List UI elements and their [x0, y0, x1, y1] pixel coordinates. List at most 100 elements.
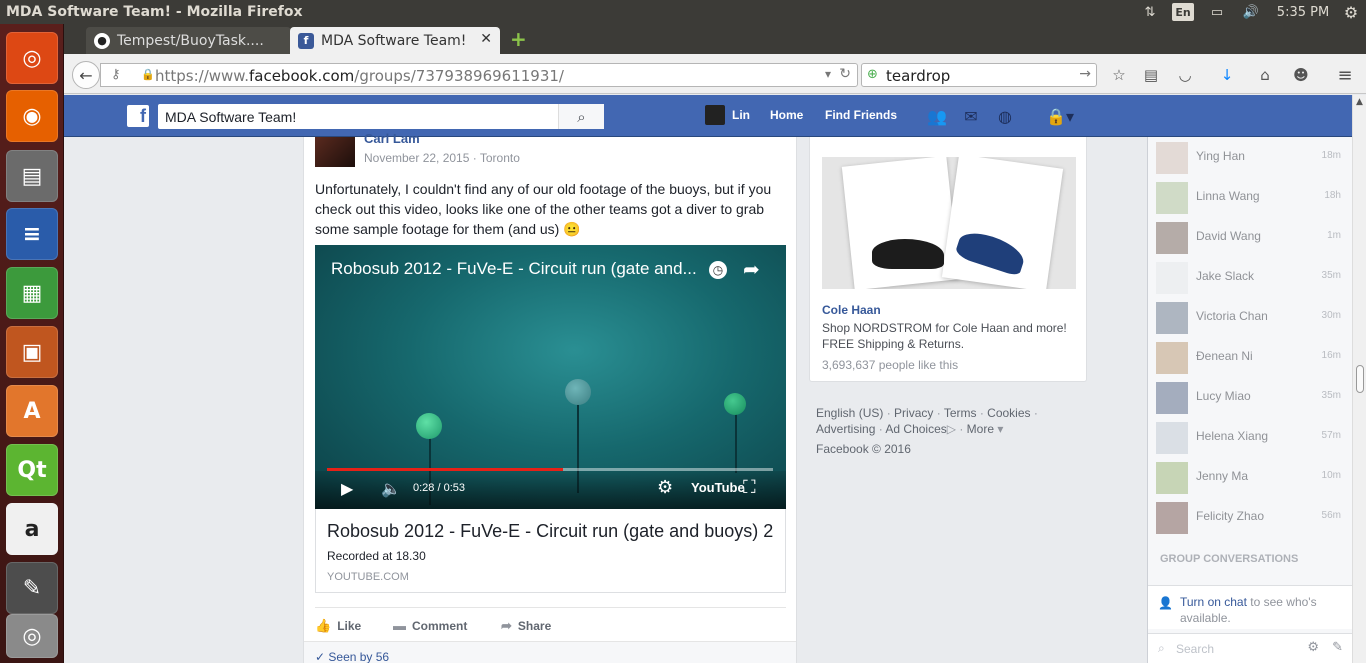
turn-on-chat-link[interactable]: Turn on chat: [1180, 595, 1247, 609]
video-player[interactable]: Robosub 2012 - FuVe-E - Circuit run (gat…: [315, 245, 786, 509]
chat-contact[interactable]: Felicity Zhao 56m: [1148, 497, 1352, 537]
messages-icon[interactable]: ✉: [960, 106, 982, 126]
fullscreen-icon[interactable]: ⛶: [743, 477, 756, 498]
chat-search[interactable]: ⌕ Search ⚙ ✎: [1148, 633, 1352, 663]
home-icon[interactable]: ⌂: [1254, 64, 1276, 86]
chat-contact[interactable]: Đenean Ni 16m: [1148, 337, 1352, 377]
system-settings-icon[interactable]: ✎: [6, 562, 58, 614]
chat-contact[interactable]: David Wang 1m: [1148, 217, 1352, 257]
share-button[interactable]: ➦ Share: [501, 618, 551, 634]
lock-icon[interactable]: 🔒: [141, 68, 155, 81]
footer-english[interactable]: English (US): [816, 406, 883, 420]
profile-avatar[interactable]: [705, 105, 725, 125]
privacy-shortcuts-icon[interactable]: 🔒▾: [1040, 106, 1080, 126]
software-center-icon[interactable]: A: [6, 385, 58, 437]
home-link[interactable]: Home: [770, 108, 803, 122]
bookmark-star-icon[interactable]: ☆: [1108, 64, 1130, 86]
tab-github[interactable]: ● Tempest/BuoyTask....: [86, 27, 291, 54]
share-video-icon[interactable]: ➦: [743, 257, 760, 281]
post-timestamp[interactable]: November 22, 2015 · Toronto: [364, 151, 520, 165]
chat-contact[interactable]: Linna Wang 18h: [1148, 177, 1352, 217]
new-message-icon[interactable]: ✎: [1332, 640, 1343, 655]
back-button[interactable]: ←: [72, 61, 100, 89]
disc-drive-icon[interactable]: ◎: [6, 614, 58, 658]
close-tab-icon[interactable]: ✕: [480, 31, 492, 47]
video-title[interactable]: Robosub 2012 - FuVe-E - Circuit run (gat…: [331, 259, 697, 279]
ad-likes: 3,693,637 people like this: [822, 358, 959, 372]
amazon-icon[interactable]: a: [6, 503, 58, 555]
footer-more[interactable]: More: [967, 422, 994, 436]
network-icon[interactable]: ⇅: [1140, 0, 1160, 24]
scrollbar-thumb[interactable]: [1356, 365, 1364, 393]
search-go-icon[interactable]: →: [1079, 66, 1091, 82]
find-friends-link[interactable]: Find Friends: [825, 108, 897, 122]
chat-contact[interactable]: Jake Slack 35m: [1148, 257, 1352, 297]
firefox-icon[interactable]: ◉: [6, 90, 58, 142]
footer-cookies[interactable]: Cookies: [987, 406, 1030, 420]
libreoffice-writer-icon[interactable]: ≡: [6, 208, 58, 260]
chat-contact[interactable]: Ying Han 18m: [1148, 137, 1352, 177]
url-bar[interactable]: ⚷ 🔒 https://www.facebook.com/groups/7379…: [100, 63, 858, 87]
url-dropdown-icon[interactable]: ▾: [825, 67, 831, 81]
facebook-search-field[interactable]: MDA Software Team! ⌕: [158, 104, 604, 129]
url-text[interactable]: https://www.facebook.com/groups/73793896…: [155, 67, 564, 85]
post-author[interactable]: Carl Lam: [364, 131, 420, 146]
identity-key-icon[interactable]: ⚷: [111, 67, 121, 82]
ubuntu-dash-icon[interactable]: ◎: [6, 32, 58, 84]
profile-link[interactable]: Lin: [732, 108, 750, 122]
author-avatar[interactable]: [315, 137, 355, 167]
chat-search-input[interactable]: Search: [1176, 642, 1214, 656]
scroll-up-icon[interactable]: ▲: [1356, 97, 1363, 107]
comment-button[interactable]: ▬ Comment: [393, 618, 467, 633]
video-settings-icon[interactable]: ⚙: [657, 477, 673, 498]
files-icon[interactable]: ▤: [6, 150, 58, 202]
qt-creator-icon[interactable]: Qt: [6, 444, 58, 496]
clock[interactable]: 5:35 PM: [1270, 0, 1336, 24]
footer-ad-choices[interactable]: Ad Choices: [885, 422, 946, 436]
facebook-search-button[interactable]: ⌕: [558, 104, 604, 129]
notifications-globe-icon[interactable]: ◍: [994, 106, 1016, 126]
page-scrollbar[interactable]: ▲: [1352, 95, 1366, 663]
ad-image[interactable]: [822, 157, 1076, 289]
seen-by-link[interactable]: ✓ Seen by 56: [315, 650, 389, 663]
footer-advertising[interactable]: Advertising: [816, 422, 875, 436]
search-input[interactable]: teardrop: [886, 67, 950, 85]
friend-requests-icon[interactable]: 👥: [926, 106, 948, 126]
search-engine-icon[interactable]: ⊕: [867, 67, 878, 82]
chat-contact[interactable]: Victoria Chan 30m: [1148, 297, 1352, 337]
footer-privacy[interactable]: Privacy: [894, 406, 933, 420]
youtube-logo[interactable]: YouTube: [691, 480, 745, 495]
chat-contact-time: 30m: [1321, 310, 1341, 321]
play-icon[interactable]: ▶: [341, 479, 353, 498]
link-preview[interactable]: Robosub 2012 - FuVe-E - Circuit run (gat…: [315, 509, 786, 593]
tab-facebook-group[interactable]: f MDA Software Team! ✕: [290, 27, 500, 54]
menu-hamburger-icon[interactable]: ≡: [1334, 64, 1356, 86]
watch-later-icon[interactable]: ◷: [709, 261, 727, 279]
reading-list-icon[interactable]: ▤: [1140, 64, 1162, 86]
volume-icon[interactable]: 🔊: [1240, 0, 1262, 24]
chat-contact[interactable]: Lucy Miao 35m: [1148, 377, 1352, 417]
libreoffice-impress-icon[interactable]: ▣: [6, 326, 58, 378]
search-bar[interactable]: ⊕ teardrop →: [861, 63, 1097, 87]
libreoffice-calc-icon[interactable]: ▦: [6, 267, 58, 319]
chat-contact[interactable]: Jenny Ma 10m: [1148, 457, 1352, 497]
link-title[interactable]: Robosub 2012 - FuVe-E - Circuit run (gat…: [327, 521, 773, 542]
battery-icon[interactable]: ▭: [1204, 0, 1230, 24]
chat-contact[interactable]: Helena Xiang 57m: [1148, 417, 1352, 457]
chat-contact-time: 35m: [1321, 390, 1341, 401]
reload-icon[interactable]: ↻: [839, 66, 851, 82]
pocket-icon[interactable]: ◡: [1174, 64, 1196, 86]
chat-settings-icon[interactable]: ⚙: [1307, 640, 1319, 655]
footer-terms[interactable]: Terms: [944, 406, 977, 420]
like-button[interactable]: 👍 Like: [315, 618, 361, 634]
keyboard-layout-indicator[interactable]: En: [1172, 3, 1194, 21]
volume-icon[interactable]: 🔈: [381, 479, 401, 498]
settings-gear-icon[interactable]: ⚙: [1340, 0, 1362, 24]
facebook-logo-icon[interactable]: f: [127, 105, 149, 127]
new-tab-button[interactable]: +: [510, 29, 527, 49]
ad-brand[interactable]: Cole Haan: [822, 303, 881, 317]
downloads-icon[interactable]: ↓: [1216, 64, 1238, 86]
chat-bubble-icon[interactable]: ☻: [1290, 64, 1312, 86]
sponsored-ad[interactable]: Cole Haan Shop NORDSTROM for Cole Haan a…: [809, 137, 1087, 382]
facebook-search-input[interactable]: MDA Software Team!: [165, 109, 296, 125]
